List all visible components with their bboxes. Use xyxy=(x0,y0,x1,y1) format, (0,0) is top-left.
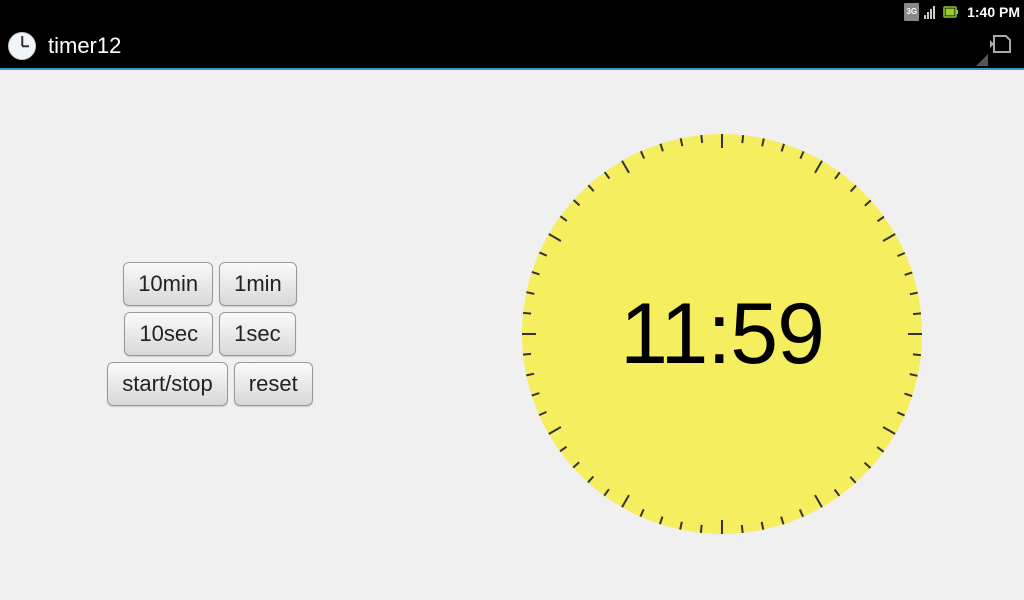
clock-tick-icon xyxy=(560,446,567,452)
clock-tick-icon xyxy=(548,426,561,435)
clock-tick-icon xyxy=(913,312,921,314)
clock-tick-icon xyxy=(850,476,856,483)
clock-tick-icon xyxy=(910,292,918,295)
clock-tick-icon xyxy=(761,522,764,530)
clock-tick-icon xyxy=(532,271,540,275)
clock-tick-icon xyxy=(781,516,785,524)
button-row-3: start/stop reset xyxy=(107,362,312,406)
clock-tick-icon xyxy=(539,252,547,257)
clock-tick-icon xyxy=(910,373,918,376)
clock-tick-icon xyxy=(680,522,683,530)
clock-tick-icon xyxy=(604,172,610,179)
clock-tick-icon xyxy=(883,233,896,242)
clock-tick-icon xyxy=(897,252,905,257)
add-10min-button[interactable]: 10min xyxy=(123,262,213,306)
clock-tick-icon xyxy=(659,144,663,152)
clock-tick-icon xyxy=(814,160,823,173)
clock-tick-icon xyxy=(588,476,594,483)
clock-tick-icon xyxy=(573,462,580,468)
clock-tick-icon xyxy=(548,233,561,242)
app-title: timer12 xyxy=(48,33,944,59)
clock-tick-icon xyxy=(532,393,540,397)
clock-tick-icon xyxy=(741,525,743,533)
clock-tick-icon xyxy=(640,151,645,159)
clock-tick-icon xyxy=(721,520,723,534)
clock-tick-icon xyxy=(799,509,804,517)
clock-tick-icon xyxy=(761,138,764,146)
clock-tick-icon xyxy=(588,185,594,192)
reset-button[interactable]: reset xyxy=(234,362,313,406)
clock-tick-icon xyxy=(522,333,536,335)
clock-tick-icon xyxy=(523,353,531,355)
clock-tick-icon xyxy=(883,426,896,435)
clock-tick-icon xyxy=(604,489,610,496)
controls-panel: 10min 1min 10sec 1sec start/stop reset xyxy=(0,262,420,406)
battery-icon xyxy=(943,3,959,21)
clock-tick-icon xyxy=(904,271,912,275)
clock-tick-icon xyxy=(640,509,645,517)
status-time: 1:40 PM xyxy=(963,4,1020,20)
clock-tick-icon xyxy=(539,411,547,416)
clock-tick-icon xyxy=(680,138,683,146)
clock-tick-icon xyxy=(573,200,580,206)
app-clock-icon xyxy=(8,32,36,60)
clock-tick-icon xyxy=(897,411,905,416)
title-bar: timer12 xyxy=(0,24,1024,70)
clock-tick-icon xyxy=(526,292,534,295)
button-row-2: 10sec 1sec xyxy=(124,312,295,356)
clock-tick-icon xyxy=(834,489,840,496)
clock-tick-icon xyxy=(621,160,630,173)
add-10sec-button[interactable]: 10sec xyxy=(124,312,213,356)
clock-tick-icon xyxy=(741,135,743,143)
clock-tick-icon xyxy=(659,516,663,524)
clock-face: 11:59 xyxy=(522,134,922,534)
status-bar: 3G 1:40 PM xyxy=(0,0,1024,24)
start-stop-button[interactable]: start/stop xyxy=(107,362,227,406)
sd-card-icon[interactable] xyxy=(988,32,1016,61)
clock-tick-icon xyxy=(904,393,912,397)
add-1sec-button[interactable]: 1sec xyxy=(219,312,295,356)
dropdown-indicator-icon[interactable] xyxy=(976,54,988,66)
main-content: 10min 1min 10sec 1sec start/stop reset 1… xyxy=(0,70,1024,598)
clock-tick-icon xyxy=(781,144,785,152)
button-row-1: 10min 1min xyxy=(123,262,297,306)
clock-tick-icon xyxy=(913,353,921,355)
clock-tick-icon xyxy=(877,446,884,452)
clock-tick-icon xyxy=(864,462,871,468)
clock-tick-icon xyxy=(560,216,567,222)
clock-tick-icon xyxy=(814,495,823,508)
clock-tick-icon xyxy=(621,495,630,508)
clock-tick-icon xyxy=(721,134,723,148)
clock-tick-icon xyxy=(526,373,534,376)
clock-tick-icon xyxy=(877,216,884,222)
clock-tick-icon xyxy=(700,135,702,143)
network-3g-icon: 3G xyxy=(904,3,919,21)
clock-tick-icon xyxy=(834,172,840,179)
clock-tick-icon xyxy=(700,525,702,533)
clock-panel: 11:59 xyxy=(420,134,1024,534)
clock-tick-icon xyxy=(850,185,856,192)
clock-tick-icon xyxy=(864,200,871,206)
clock-tick-icon xyxy=(523,312,531,314)
add-1min-button[interactable]: 1min xyxy=(219,262,297,306)
clock-tick-icon xyxy=(799,151,804,159)
clock-tick-icon xyxy=(908,333,922,335)
signal-icon xyxy=(923,3,939,21)
timer-display: 11:59 xyxy=(620,285,824,384)
